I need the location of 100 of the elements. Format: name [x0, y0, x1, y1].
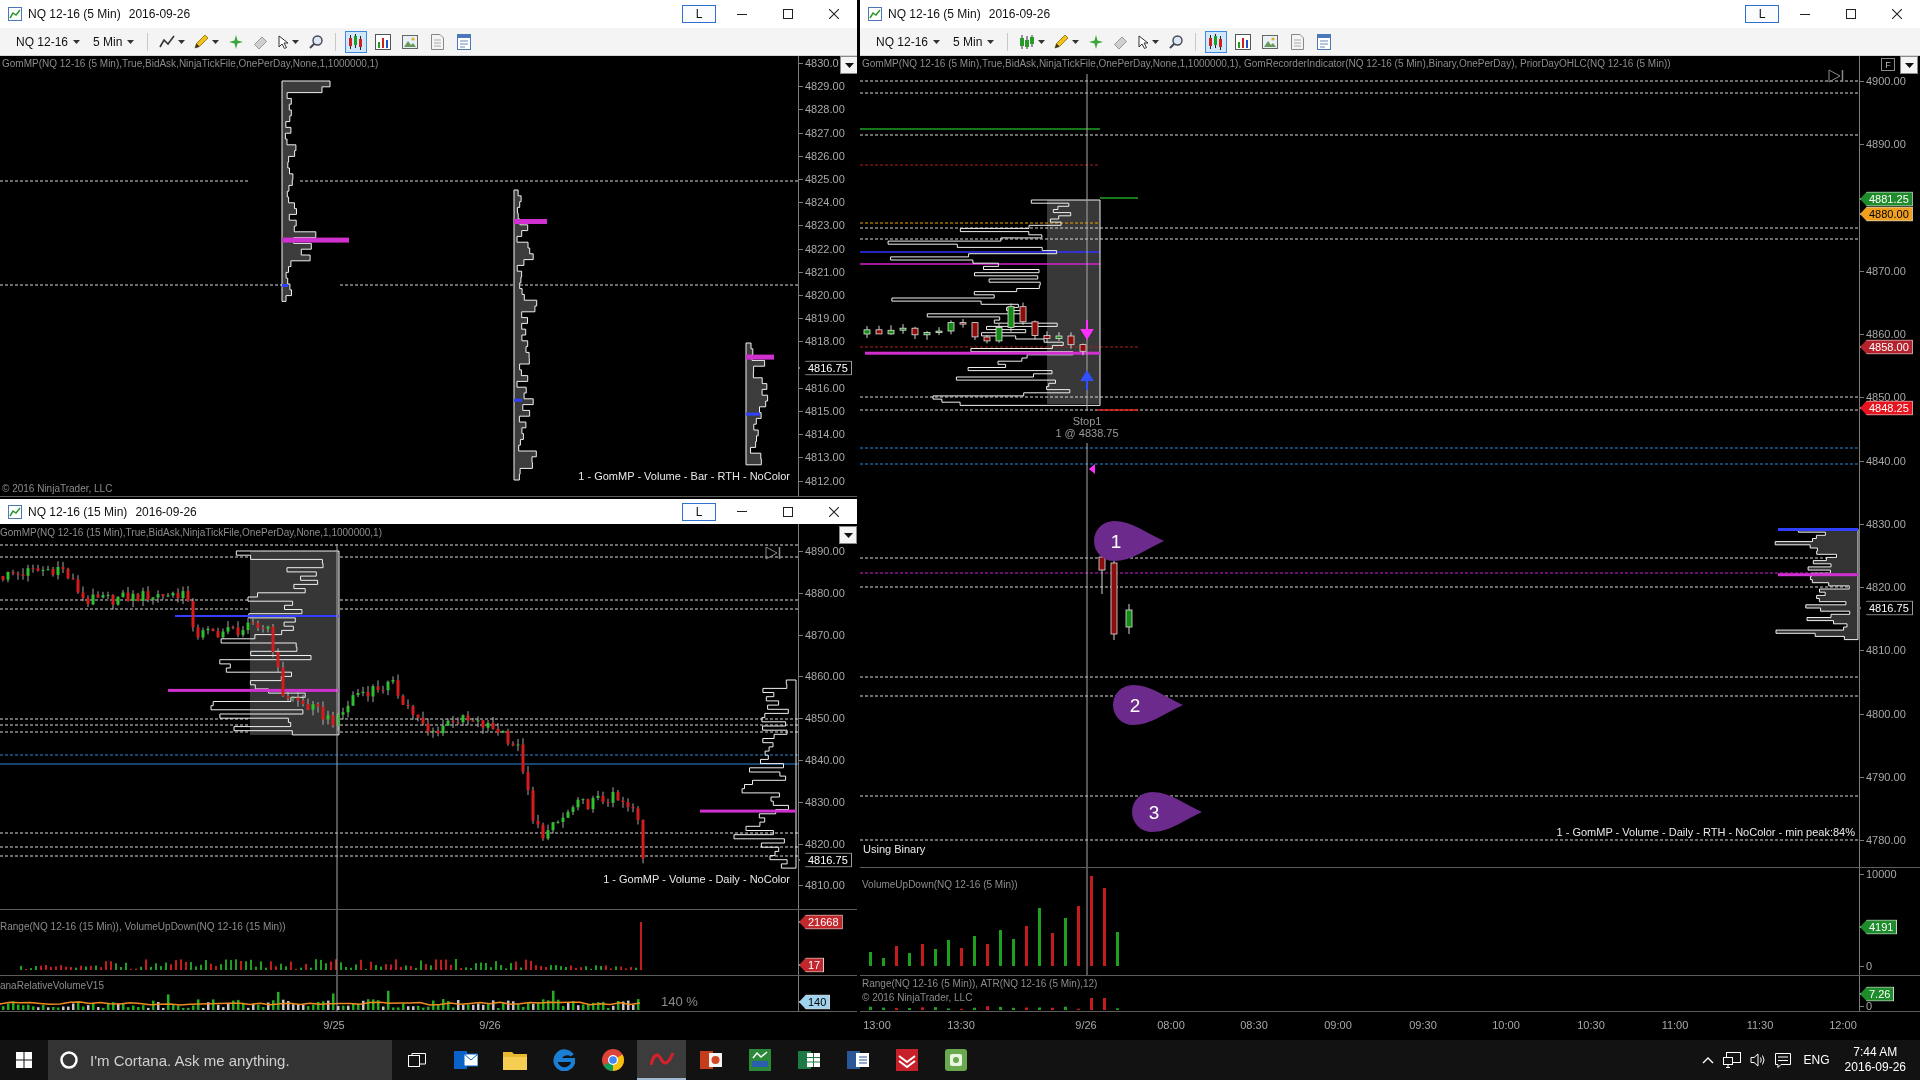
- axis-label: 4860.00: [1866, 327, 1906, 341]
- volume-bar: [908, 953, 911, 966]
- callout-marker: 3: [1130, 792, 1202, 832]
- zoom-icon[interactable]: [309, 34, 324, 49]
- toolbar-toggle[interactable]: [345, 30, 368, 53]
- pencil-icon: [1054, 34, 1070, 49]
- maximize-icon[interactable]: [783, 9, 793, 19]
- search-field[interactable]: I'm Cortana. Ask me anything.: [48, 1040, 392, 1080]
- axis-label: 4860.00: [805, 669, 845, 683]
- clock-date[interactable]: 2016-09-26: [1844, 1060, 1906, 1075]
- instrument-dropdown[interactable]: NQ 12-16: [872, 30, 945, 53]
- caret-icon: [212, 39, 220, 44]
- axis-toggle-button[interactable]: F: [1881, 58, 1895, 71]
- volume-bar: [1038, 908, 1041, 966]
- chevron-up-icon[interactable]: [1701, 1056, 1714, 1064]
- tiles-icon: [748, 1049, 771, 1071]
- interval-dropdown[interactable]: 5 Min: [949, 30, 999, 53]
- window-icon: [1317, 33, 1332, 50]
- axis-label: 4829.00: [805, 79, 845, 93]
- scroll-end-icon[interactable]: [765, 546, 781, 560]
- price-marker: 17: [799, 957, 825, 973]
- axis-label: 0: [1866, 999, 1873, 1013]
- axis-label: 4823.00: [805, 218, 845, 232]
- caret-icon: [1904, 62, 1914, 68]
- indicator-label: GomMP(NQ 12-16 (15 Min),True,BidAsk,NinjaTickFile,OnePerDay,None,1,1000000,1): [0, 527, 382, 539]
- close-icon[interactable]: [829, 506, 839, 517]
- speaker-icon[interactable]: [1749, 1053, 1766, 1067]
- indicator-label: GomMP(NQ 12-16 (5 Min),True,BidAsk,NinjaTickFile,OnePerDay,None,1,1000000,1), GomRecorderIndicator(NQ 12-16 (5 Min),Binary,OnePerDay), PriorDayOHLC(NQ 12-16 (5 Min)): [862, 58, 1671, 70]
- axis-menu-button[interactable]: [839, 526, 857, 544]
- time-axis-label: 9/25: [323, 1019, 345, 1032]
- candlestick-icon: [1019, 34, 1036, 49]
- caret-icon: [1072, 39, 1080, 44]
- volume-bar: [1012, 939, 1015, 966]
- interval-dropdown[interactable]: 5 Min: [89, 30, 139, 53]
- axis-label: 0: [1866, 959, 1873, 973]
- candlestick: [1067, 331, 1075, 350]
- candlestick: [995, 322, 1003, 344]
- eraser-icon[interactable]: [1114, 34, 1129, 49]
- time-axis-label: 9/26: [1075, 1019, 1097, 1032]
- price-marker: 140: [799, 994, 831, 1010]
- profile-label: 1 - GomMP - Volume - Daily - RTH - NoColor - min peak:84%: [1556, 826, 1855, 838]
- candlestick: [863, 325, 871, 339]
- zoom-icon[interactable]: [1169, 34, 1184, 49]
- axis-label: 4890.00: [1866, 137, 1906, 151]
- caret-icon: [73, 39, 81, 44]
- axis-menu-button[interactable]: [840, 56, 857, 74]
- axis-label: 4813.00: [805, 450, 845, 464]
- close-icon[interactable]: [829, 9, 839, 19]
- range-bar: [1064, 1006, 1067, 1010]
- axis-label: 4816.00: [805, 381, 845, 395]
- instrument-dropdown[interactable]: NQ 12-16: [12, 30, 85, 53]
- axis-menu-button[interactable]: [1900, 56, 1918, 74]
- window-title: NQ 12-16 (5 Min): [888, 7, 981, 21]
- minimize-icon[interactable]: [737, 13, 747, 15]
- document-icon: [1290, 33, 1304, 50]
- picture-icon: [1262, 34, 1279, 49]
- time-axis-label: 9/26: [479, 1019, 501, 1032]
- indicator-label: Range(NQ 12-16 (15 Min)), VolumeUpDown(NQ 12-16 (15 Min)): [0, 921, 286, 933]
- volume-bar: [1077, 906, 1080, 966]
- window-date: 2016-09-26: [988, 7, 1051, 21]
- scroll-end-icon[interactable]: [1828, 69, 1844, 83]
- price-marker: 4816.75: [799, 852, 852, 868]
- volume-bar: [1116, 932, 1119, 966]
- minimize-icon[interactable]: [1800, 13, 1810, 15]
- maximize-icon[interactable]: [783, 506, 793, 517]
- link-button[interactable]: L: [682, 5, 716, 23]
- window-title: NQ 12-16 (5 Min): [28, 7, 121, 21]
- price-marker: 4816.75: [1860, 600, 1913, 616]
- price-marker: 4880.00: [1860, 206, 1913, 222]
- network-icon[interactable]: [1722, 1052, 1741, 1068]
- eraser-icon[interactable]: [254, 34, 269, 49]
- close-icon[interactable]: [1892, 9, 1902, 19]
- maximize-icon[interactable]: [1846, 9, 1856, 19]
- time-axis-label: 11:00: [1661, 1019, 1689, 1032]
- time-axis-label: 13:00: [863, 1019, 891, 1032]
- toolbar-toggle[interactable]: [1205, 30, 1228, 53]
- order-fill: 1 @ 4838.75: [1055, 427, 1119, 439]
- axis-label: 4780.00: [1866, 833, 1906, 847]
- axis-label: 4830.0: [805, 56, 839, 70]
- axis-label: 4840.00: [805, 753, 845, 767]
- range-bar: [986, 1006, 989, 1010]
- link-button[interactable]: L: [1745, 5, 1779, 23]
- window-date: 2016-09-26: [135, 504, 197, 519]
- indicator-label: VolumeUpDown(NQ 12-16 (5 Min)): [862, 879, 1018, 891]
- notification-icon[interactable]: [1774, 1052, 1791, 1068]
- clock-time[interactable]: 7:44 AM: [1853, 1045, 1898, 1060]
- axis-label: 4822.00: [805, 242, 845, 256]
- sparkle-icon[interactable]: [1089, 34, 1104, 49]
- task-view-icon[interactable]: [407, 1053, 426, 1067]
- axis-label: 4827.00: [805, 126, 845, 140]
- windows-logo-icon[interactable]: [16, 1052, 32, 1068]
- axis-label: 4810.00: [1866, 643, 1906, 657]
- axis-label: 4814.00: [805, 427, 845, 441]
- language-indicator[interactable]: ENG: [1803, 1053, 1830, 1067]
- chart-window-icon: [868, 7, 882, 21]
- range-bar: [1038, 1007, 1041, 1010]
- link-button[interactable]: L: [682, 502, 716, 521]
- candlestick: [875, 325, 883, 335]
- down-arrow: [1081, 319, 1093, 340]
- sparkle-icon[interactable]: [229, 34, 244, 49]
